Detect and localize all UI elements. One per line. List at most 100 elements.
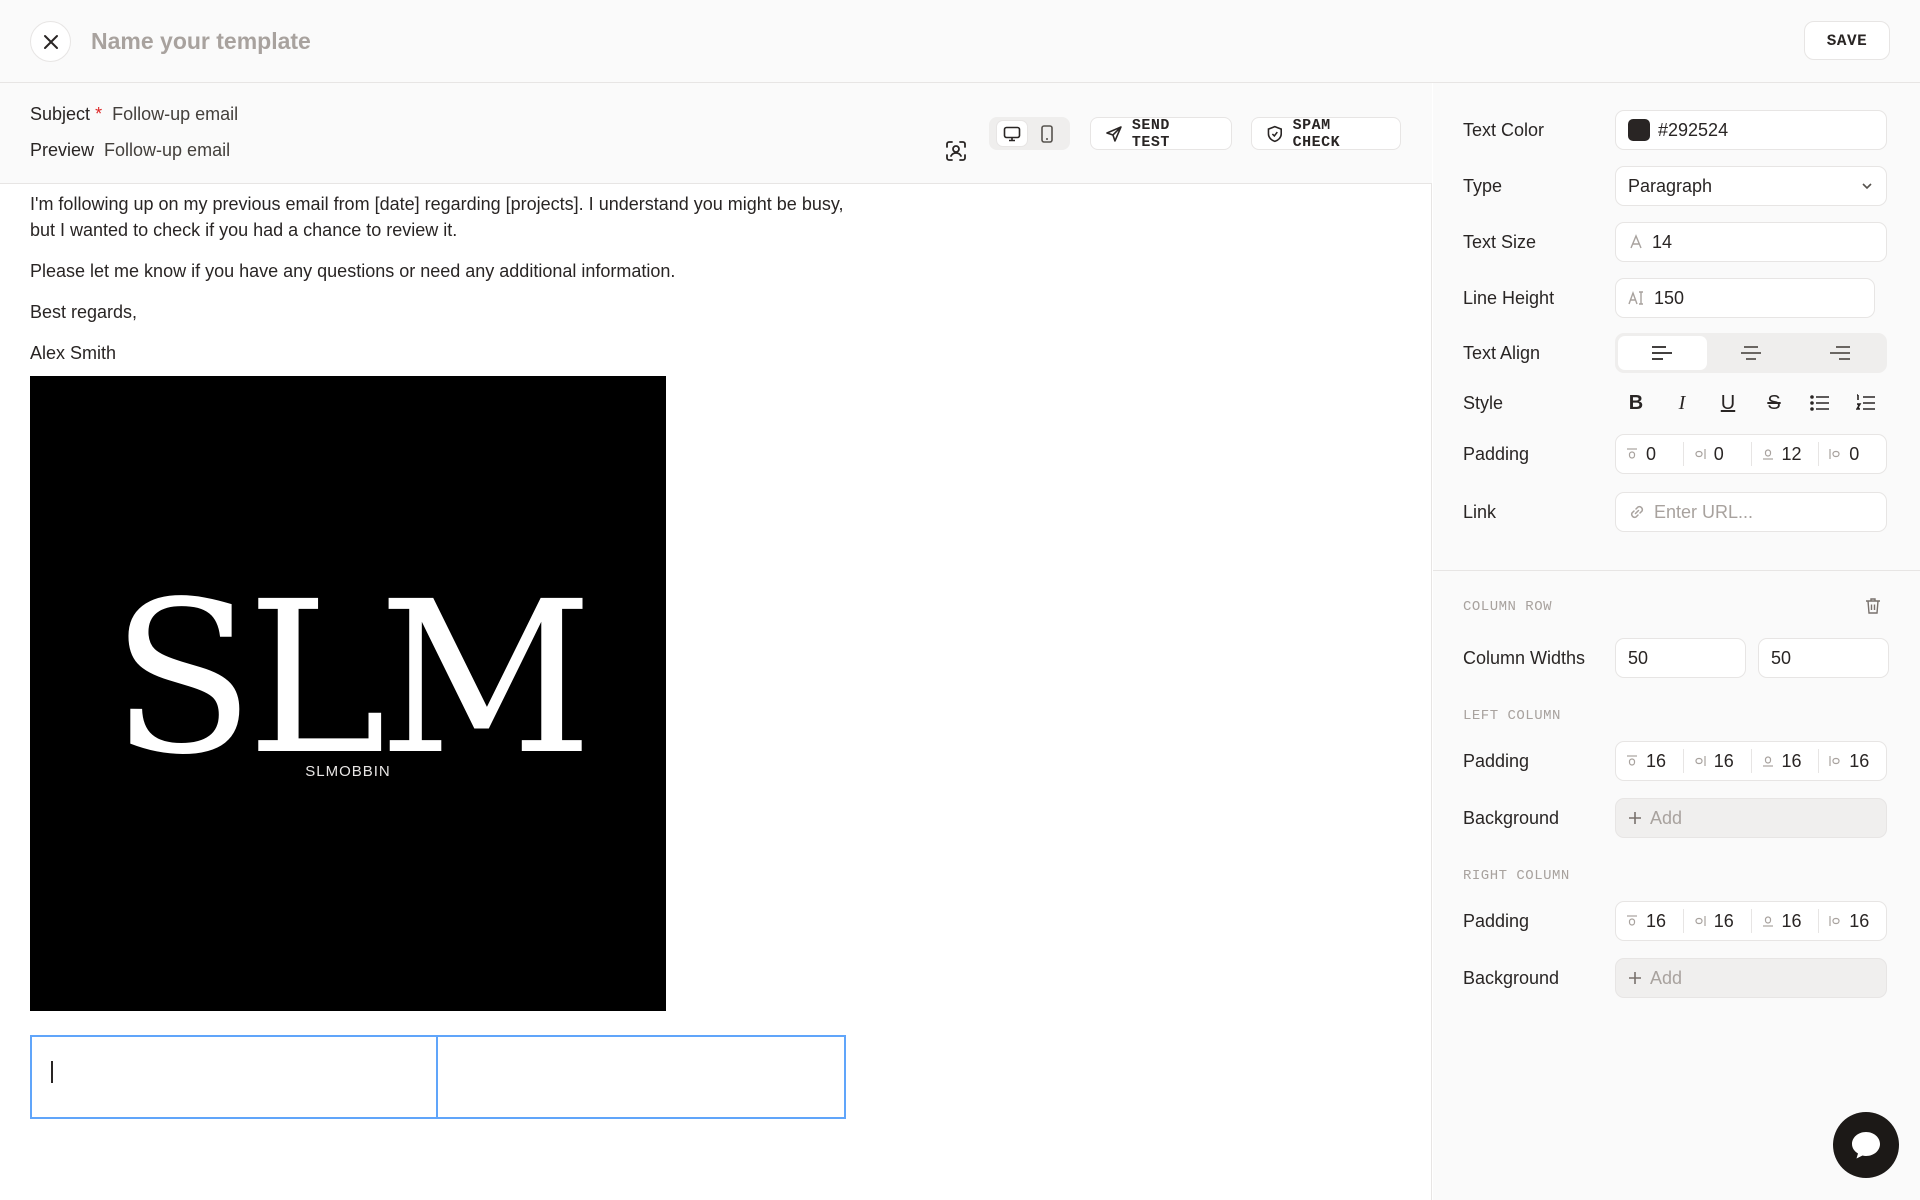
- device-toggle: [989, 117, 1070, 150]
- left-background-label: Background: [1463, 807, 1560, 828]
- text-color-row: Text Color #292524: [1463, 110, 1893, 150]
- link-icon: [1630, 505, 1644, 519]
- line-height-icon: [1628, 290, 1643, 305]
- required-marker: *: [95, 104, 103, 124]
- padding-row: Padding 0 0 12 0: [1463, 434, 1893, 474]
- bold-icon[interactable]: B: [1623, 390, 1649, 416]
- type-label: Type: [1463, 175, 1503, 196]
- body-paragraph[interactable]: Please let me know if you have any quest…: [30, 258, 860, 284]
- subject-label: Subject *: [30, 104, 103, 124]
- padding-bottom-input[interactable]: 16: [1752, 749, 1820, 773]
- column-widths-row: Column Widths 50 50: [1463, 638, 1893, 678]
- line-height-value: 150: [1654, 287, 1685, 308]
- chat-support-button[interactable]: [1833, 1112, 1899, 1178]
- right-column-width-input[interactable]: 50: [1758, 638, 1889, 678]
- text-size-row: Text Size 14: [1463, 222, 1893, 262]
- delete-row-button[interactable]: [1865, 597, 1881, 620]
- padding-top-icon: [1627, 755, 1637, 766]
- link-input[interactable]: Enter URL...: [1615, 492, 1887, 532]
- send-test-button[interactable]: SEND TEST: [1090, 117, 1232, 151]
- template-name-input[interactable]: [91, 24, 691, 58]
- preview-field[interactable]: Follow-up email: [104, 140, 230, 161]
- font-size-icon: [1630, 234, 1642, 249]
- subject-row[interactable]: Subject * Follow-up email: [30, 104, 238, 125]
- chevron-down-icon: [1862, 183, 1872, 190]
- padding-label: Padding: [1463, 443, 1530, 464]
- padding-bottom-icon: [1762, 916, 1773, 927]
- align-right-button[interactable]: [1795, 336, 1884, 370]
- right-background-add-button[interactable]: Add: [1615, 958, 1887, 998]
- scan-person-icon: [946, 141, 966, 161]
- close-icon: [43, 34, 58, 49]
- padding-bottom-icon: [1762, 449, 1773, 460]
- send-icon: [1106, 125, 1122, 142]
- body-paragraph[interactable]: Alex Smith: [30, 340, 860, 366]
- padding-top-input[interactable]: 0: [1616, 442, 1684, 466]
- color-swatch[interactable]: [1628, 119, 1650, 141]
- padding-right-icon: [1695, 449, 1706, 459]
- body-paragraph[interactable]: I'm following up on my previous email fr…: [30, 191, 860, 243]
- mobile-icon: [1040, 124, 1053, 143]
- padding-right-icon: [1695, 916, 1706, 926]
- type-value: Paragraph: [1628, 175, 1713, 196]
- email-meta: Subject * Follow-up email Preview Follow…: [0, 83, 1432, 184]
- padding-bottom-input[interactable]: 12: [1752, 442, 1820, 466]
- text-size-input[interactable]: 14: [1615, 222, 1887, 262]
- preview-row[interactable]: Preview Follow-up email: [30, 140, 230, 161]
- column-row-block[interactable]: [30, 1035, 846, 1119]
- padding-left-icon: [1829, 449, 1840, 459]
- underline-icon[interactable]: U: [1715, 390, 1741, 416]
- line-height-input[interactable]: 150: [1615, 278, 1875, 318]
- subject-field[interactable]: Follow-up email: [112, 104, 238, 125]
- left-column-width-input[interactable]: 50: [1615, 638, 1746, 678]
- padding-left-icon: [1829, 756, 1840, 766]
- close-button[interactable]: [30, 21, 71, 62]
- align-left-button[interactable]: [1618, 336, 1707, 370]
- right-padding-row: Padding 16 16 16 16: [1463, 901, 1893, 941]
- numbered-list-icon[interactable]: [1853, 390, 1879, 416]
- trash-icon: [1866, 598, 1880, 614]
- right-background-label: Background: [1463, 967, 1560, 988]
- body-paragraph[interactable]: Best regards,: [30, 299, 860, 325]
- bullet-list-icon[interactable]: [1807, 390, 1833, 416]
- left-background-add-button[interactable]: Add: [1615, 798, 1887, 838]
- padding-top-input[interactable]: 16: [1616, 749, 1684, 773]
- align-right-icon: [1829, 346, 1850, 360]
- save-button[interactable]: SAVE: [1804, 21, 1890, 60]
- text-color-value: #292524: [1658, 119, 1729, 140]
- line-height-label: Line Height: [1463, 287, 1555, 308]
- left-padding-inputs: 16 16 16 16: [1615, 741, 1887, 781]
- desktop-view-button[interactable]: [997, 121, 1028, 146]
- right-background-row: Background Add: [1463, 958, 1893, 998]
- left-padding-row: Padding 16 16 16 16: [1463, 741, 1893, 781]
- padding-top-input[interactable]: 16: [1616, 909, 1684, 933]
- text-align-row: Text Align: [1463, 333, 1893, 373]
- preview-label: Preview: [30, 140, 95, 160]
- align-center-button[interactable]: [1707, 336, 1796, 370]
- padding-right-input[interactable]: 16: [1684, 749, 1752, 773]
- padding-left-input[interactable]: 16: [1819, 749, 1886, 773]
- left-padding-label: Padding: [1463, 750, 1530, 771]
- plus-icon: [1629, 972, 1641, 984]
- scan-person-button[interactable]: [943, 138, 969, 164]
- right-column-title: RIGHT COLUMN: [1463, 868, 1570, 884]
- padding-left-input[interactable]: 0: [1819, 442, 1886, 466]
- padding-right-input[interactable]: 16: [1684, 909, 1752, 933]
- text-cursor: [51, 1061, 53, 1083]
- padding-bottom-icon: [1762, 756, 1773, 767]
- padding-bottom-input[interactable]: 16: [1752, 909, 1820, 933]
- italic-icon[interactable]: I: [1669, 390, 1695, 416]
- type-select[interactable]: Paragraph: [1615, 166, 1887, 206]
- right-padding-inputs: 16 16 16 16: [1615, 901, 1887, 941]
- logo-image[interactable]: SLM SLMOBBIN: [30, 376, 666, 1011]
- email-body[interactable]: I'm following up on my previous email fr…: [30, 191, 860, 381]
- mobile-view-button[interactable]: [1032, 121, 1062, 146]
- column-divider[interactable]: [436, 1037, 438, 1117]
- padding-right-input[interactable]: 0: [1684, 442, 1752, 466]
- strikethrough-icon[interactable]: S: [1761, 390, 1787, 416]
- padding-left-input[interactable]: 16: [1819, 909, 1886, 933]
- padding-left-icon: [1829, 916, 1840, 926]
- link-placeholder: Enter URL...: [1654, 501, 1754, 522]
- spam-check-button[interactable]: SPAM CHECK: [1251, 117, 1401, 151]
- text-color-input[interactable]: #292524: [1615, 110, 1887, 150]
